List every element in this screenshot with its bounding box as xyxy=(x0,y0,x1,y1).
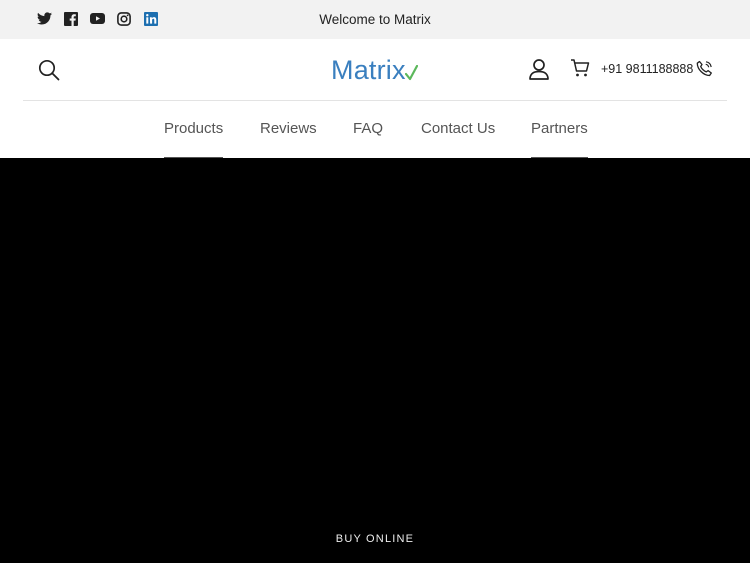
nav-item-label: FAQ xyxy=(353,120,384,137)
search-icon[interactable] xyxy=(38,59,60,81)
logo-text: Matrix xyxy=(331,55,406,85)
announcement-bar: Welcome to Matrix xyxy=(0,0,750,39)
welcome-message: Welcome to Matrix xyxy=(319,12,431,27)
site-header: Matrix +91 9811188888 Products Reviews F… xyxy=(0,39,750,159)
phone-number-link[interactable]: +91 9811188888 xyxy=(601,62,693,76)
nav-item-faq[interactable]: FAQ xyxy=(353,120,383,137)
nav-item-partners[interactable]: Partners xyxy=(531,120,588,159)
site-logo[interactable]: Matrix xyxy=(331,55,406,86)
nav-item-reviews[interactable]: Reviews xyxy=(260,120,317,137)
hero-banner: BUY ONLINE xyxy=(0,158,750,563)
main-navigation: Products Reviews FAQ Contact Us Partners xyxy=(0,101,750,159)
cart-icon[interactable] xyxy=(570,58,590,78)
nav-item-label: Reviews xyxy=(260,120,317,137)
logo-check-icon xyxy=(405,65,418,81)
nav-item-contact-us[interactable]: Contact Us xyxy=(421,120,495,137)
phone-icon[interactable] xyxy=(696,60,713,77)
nav-item-label: Products xyxy=(164,120,224,137)
buy-online-button[interactable]: BUY ONLINE xyxy=(0,533,750,545)
nav-item-label: Partners xyxy=(531,120,588,137)
nav-item-label: Contact Us xyxy=(421,120,496,137)
account-icon[interactable] xyxy=(528,58,550,80)
nav-item-products[interactable]: Products xyxy=(164,120,224,159)
